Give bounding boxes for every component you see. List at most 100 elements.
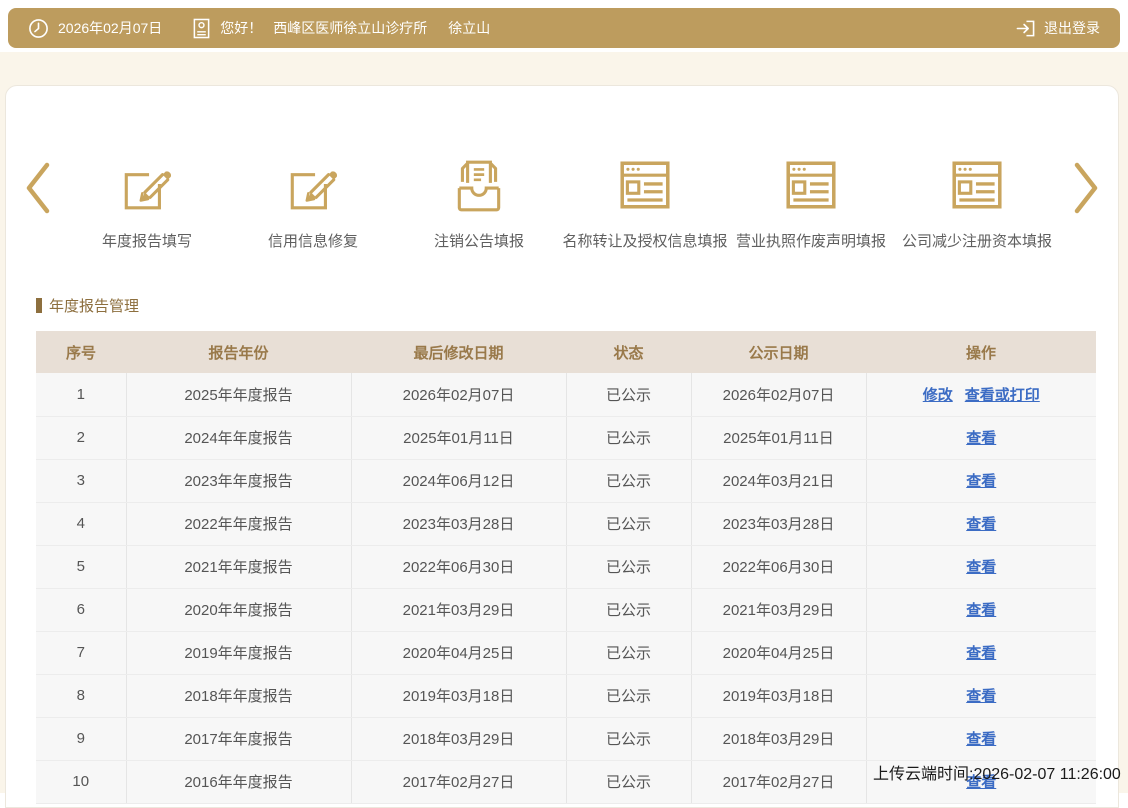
carousel-item-label: 信用信息修复 (268, 230, 358, 251)
cell-modified: 2022年06月30日 (351, 545, 566, 588)
action-link-view[interactable]: 查看 (966, 430, 996, 447)
id-card-icon (192, 17, 211, 40)
cell-seq: 2 (36, 416, 126, 459)
table-row: 52021年年度报告2022年06月30日已公示2022年06月30日查看 (36, 545, 1096, 588)
cell-seq: 5 (36, 545, 126, 588)
cell-seq: 9 (36, 717, 126, 760)
cell-modified: 2020年04月25日 (351, 631, 566, 674)
action-link-view-or-print[interactable]: 查看或打印 (965, 387, 1040, 404)
cell-modified: 2018年03月29日 (351, 717, 566, 760)
cell-status: 已公示 (566, 416, 691, 459)
table-header-row: 序号报告年份最后修改日期状态公示日期操作 (36, 331, 1096, 373)
section-title: 年度报告管理 (36, 295, 1118, 316)
table-row: 42022年年度报告2023年03月28日已公示2023年03月28日查看 (36, 502, 1096, 545)
cell-actions: 查看 (866, 588, 1096, 631)
carousel-item-capital-reduction[interactable]: 公司减少注册资本填报 (894, 156, 1060, 251)
column-header-modified: 最后修改日期 (351, 331, 566, 373)
carousel-next-button[interactable] (1060, 156, 1112, 219)
action-link-modify[interactable]: 修改 (923, 387, 953, 404)
upload-timestamp: 上传云端时间:2026-02-07 11:26:00 (873, 760, 1121, 784)
cell-published: 2025年01月11日 (691, 416, 866, 459)
table-row: 12025年年度报告2026年02月07日已公示2026年02月07日修改查看或… (36, 373, 1096, 416)
cell-year: 2018年年度报告 (126, 674, 351, 717)
cell-seq: 4 (36, 502, 126, 545)
column-header-year: 报告年份 (126, 331, 351, 373)
table-row: 22024年年度报告2025年01月11日已公示2025年01月11日查看 (36, 416, 1096, 459)
carousel-item-label: 公司减少注册资本填报 (902, 230, 1052, 251)
cell-actions: 查看 (866, 545, 1096, 588)
browser-window-icon (782, 156, 840, 214)
organization-name: 西峰区医师徐立山诊疗所 (273, 18, 427, 38)
cell-actions: 查看 (866, 717, 1096, 760)
cell-modified: 2021年03月29日 (351, 588, 566, 631)
user-group: 您好！ 西峰区医师徐立山诊疗所 徐立山 (192, 17, 490, 40)
cell-modified: 2026年02月07日 (351, 373, 566, 416)
carousel-item-label: 注销公告填报 (434, 230, 524, 251)
cell-modified: 2017年02月27日 (351, 760, 566, 803)
user-name: 徐立山 (448, 18, 490, 38)
action-link-view[interactable]: 查看 (966, 516, 996, 533)
cell-actions: 查看 (866, 459, 1096, 502)
cell-year: 2021年年度报告 (126, 545, 351, 588)
carousel-prev-button[interactable] (12, 156, 64, 219)
cell-modified: 2019年03月18日 (351, 674, 566, 717)
inbox-document-icon (450, 156, 508, 214)
cell-status: 已公示 (566, 717, 691, 760)
cell-published: 2026年02月07日 (691, 373, 866, 416)
edit-square-icon (284, 156, 342, 214)
cell-status: 已公示 (566, 631, 691, 674)
carousel-item-label: 名称转让及授权信息填报 (562, 230, 727, 251)
clock-icon (28, 18, 49, 39)
cell-year: 2016年年度报告 (126, 760, 351, 803)
cell-published: 2024年03月21日 (691, 459, 866, 502)
cell-actions: 查看 (866, 416, 1096, 459)
cell-published: 2022年06月30日 (691, 545, 866, 588)
logout-icon (1015, 19, 1036, 38)
cell-year: 2017年年度报告 (126, 717, 351, 760)
cell-published: 2023年03月28日 (691, 502, 866, 545)
column-header-seq: 序号 (36, 331, 126, 373)
carousel-item-cancellation-announcement[interactable]: 注销公告填报 (396, 156, 562, 251)
action-link-view[interactable]: 查看 (966, 473, 996, 490)
carousel-item-credit-info-repair[interactable]: 信用信息修复 (230, 156, 396, 251)
section-bullet (36, 298, 42, 313)
greeting-text: 您好！ (220, 18, 262, 38)
carousel-item-label: 营业执照作废声明填报 (736, 230, 886, 251)
main-card: 年度报告填写 信用信息修复 注销公告填报 名称转让及授权信息填报 营业执照作废声… (5, 85, 1119, 808)
action-link-view[interactable]: 查看 (966, 645, 996, 662)
cell-seq: 3 (36, 459, 126, 502)
carousel-item-name-transfer-authorization[interactable]: 名称转让及授权信息填报 (562, 156, 728, 251)
column-header-status: 状态 (566, 331, 691, 373)
top-bar: 2026年02月07日 您好！ 西峰区医师徐立山诊疗所 徐立山 退出登录 (8, 8, 1120, 48)
carousel-item-annual-report-fill[interactable]: 年度报告填写 (64, 156, 230, 251)
action-link-view[interactable]: 查看 (966, 559, 996, 576)
cell-modified: 2024年06月12日 (351, 459, 566, 502)
cell-seq: 6 (36, 588, 126, 631)
cell-published: 2019年03月18日 (691, 674, 866, 717)
cell-actions: 查看 (866, 502, 1096, 545)
cell-year: 2025年年度报告 (126, 373, 351, 416)
logout-button[interactable]: 退出登录 (1015, 18, 1100, 38)
action-link-view[interactable]: 查看 (966, 688, 996, 705)
cell-actions: 修改查看或打印 (866, 373, 1096, 416)
browser-window-icon (616, 156, 674, 214)
cell-year: 2020年年度报告 (126, 588, 351, 631)
cell-status: 已公示 (566, 588, 691, 631)
carousel-item-license-void-declaration[interactable]: 营业执照作废声明填报 (728, 156, 894, 251)
cell-seq: 10 (36, 760, 126, 803)
cell-seq: 7 (36, 631, 126, 674)
cell-status: 已公示 (566, 459, 691, 502)
cell-status: 已公示 (566, 373, 691, 416)
action-link-view[interactable]: 查看 (966, 731, 996, 748)
cell-status: 已公示 (566, 674, 691, 717)
cell-status: 已公示 (566, 502, 691, 545)
cell-published: 2017年02月27日 (691, 760, 866, 803)
cell-modified: 2025年01月11日 (351, 416, 566, 459)
cell-year: 2022年年度报告 (126, 502, 351, 545)
cell-modified: 2023年03月28日 (351, 502, 566, 545)
table-row: 72019年年度报告2020年04月25日已公示2020年04月25日查看 (36, 631, 1096, 674)
cell-status: 已公示 (566, 545, 691, 588)
cell-seq: 1 (36, 373, 126, 416)
action-link-view[interactable]: 查看 (966, 602, 996, 619)
table-row: 92017年年度报告2018年03月29日已公示2018年03月29日查看 (36, 717, 1096, 760)
